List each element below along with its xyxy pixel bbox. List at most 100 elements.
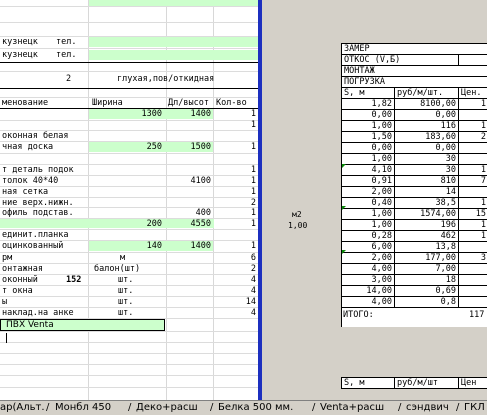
item-name[interactable]: ы <box>2 297 7 307</box>
price-row[interactable]: 4,00 7,00 <box>342 264 487 275</box>
cost-cell[interactable] <box>459 264 487 274</box>
price-cell[interactable]: 1574,00 <box>395 209 459 219</box>
price-cell[interactable]: 462 <box>395 231 459 241</box>
area-cell[interactable]: 4,00 <box>342 264 395 274</box>
item-name[interactable]: наклад.на анке <box>2 308 74 318</box>
price-row[interactable]: 1,50 183,60 2 <box>342 132 487 143</box>
item-width[interactable]: 200 <box>90 219 162 229</box>
sheet-tab[interactable]: ар(Альт. <box>0 402 45 414</box>
area-cell[interactable]: 14,00 <box>342 286 395 296</box>
price-cell[interactable]: 116 <box>395 121 459 131</box>
item-height[interactable]: 4550 <box>167 219 211 229</box>
price-cell[interactable]: 196 <box>395 220 459 230</box>
cost-cell[interactable]: 15 <box>459 209 487 219</box>
price-row[interactable]: 1,82 8100,00 1 <box>342 99 487 110</box>
cost-cell[interactable]: 1 <box>459 99 487 109</box>
item-width[interactable]: 250 <box>90 142 162 152</box>
sheet-tab[interactable]: сэндвич <box>406 402 449 414</box>
item-qty[interactable]: 1 <box>214 165 256 175</box>
price-cell[interactable]: 177,00 <box>395 253 459 263</box>
price-row[interactable]: 1,00 1574,00 15 <box>342 209 487 220</box>
cost-cell[interactable]: 3 <box>459 253 487 263</box>
price-row[interactable]: 3,00 18 <box>342 275 487 286</box>
price-row[interactable]: 0,00 0,00 <box>342 110 487 121</box>
area-cell[interactable]: 4,10 <box>342 165 395 175</box>
price-row[interactable]: 1,00 196 1 <box>342 220 487 231</box>
cost-cell[interactable]: 1 <box>459 198 487 208</box>
area-cell[interactable]: 1,00 <box>342 220 395 230</box>
item-qty[interactable]: 1 <box>214 219 256 229</box>
item-width[interactable]: 1300 <box>90 109 162 119</box>
price-cell[interactable]: 810 <box>395 176 459 186</box>
footer-product-label[interactable]: ПВХ Venta <box>6 320 54 330</box>
item-qty[interactable]: 4 <box>214 286 256 296</box>
item-name[interactable]: оконная белая <box>2 131 69 141</box>
cost-cell[interactable] <box>459 286 487 296</box>
item-qty[interactable]: 1 <box>214 241 256 251</box>
price-row[interactable]: 0,91 810 7 <box>342 176 487 187</box>
cost-cell[interactable] <box>459 187 487 197</box>
price-cell[interactable]: 0,69 <box>395 286 459 296</box>
area-cell[interactable]: 1,00 <box>342 209 395 219</box>
item-qty[interactable]: 1 <box>214 176 256 186</box>
item-name[interactable]: оконный <box>2 275 38 285</box>
cost-cell[interactable] <box>459 110 487 120</box>
item-qty[interactable]: 1 <box>214 208 256 218</box>
item-extra[interactable]: 152 <box>66 275 81 285</box>
cost-cell[interactable]: 1 <box>459 231 487 241</box>
price-cell[interactable]: 7,00 <box>395 264 459 274</box>
cost-cell[interactable]: 1 <box>459 220 487 230</box>
area-cell[interactable]: 3,00 <box>342 275 395 285</box>
price-cell[interactable]: 38,5 <box>395 198 459 208</box>
area-cell[interactable]: 1,82 <box>342 99 395 109</box>
area-cell[interactable]: 0,91 <box>342 176 395 186</box>
item-name[interactable]: чная доска <box>2 142 53 152</box>
item-qty[interactable]: 4 <box>214 308 256 318</box>
item-qty[interactable]: 1 <box>214 109 256 119</box>
sheet-tab[interactable]: ГКЛ <box>464 402 485 414</box>
sheet-tab[interactable]: Белка 500 мм. <box>218 402 293 414</box>
price-row[interactable]: 4,00 0,8 <box>342 297 487 308</box>
item-name[interactable]: т окна <box>2 286 33 296</box>
price-cell[interactable]: 18 <box>395 275 459 285</box>
cost-cell[interactable]: 1 <box>459 165 487 175</box>
price-row[interactable]: 0,28 462 1 <box>342 231 487 242</box>
cost-cell[interactable] <box>459 242 487 252</box>
price-row[interactable]: 0,00 0,00 <box>342 143 487 154</box>
item-unit[interactable]: шт. <box>118 275 133 285</box>
item-qty[interactable]: 2 <box>214 264 256 274</box>
price-cell[interactable]: 30 <box>395 165 459 175</box>
price-row[interactable]: 1,00 30 <box>342 154 487 165</box>
item-name[interactable]: онтажная <box>2 264 43 274</box>
cost-cell[interactable] <box>459 143 487 153</box>
price-cell[interactable]: 183,60 <box>395 132 459 142</box>
price-row[interactable]: 2,00 14 <box>342 187 487 198</box>
spreadsheet-left-pane[interactable]: кузнецк тел. кузнецк тел. 2 глухая,пов/о… <box>0 0 258 400</box>
cost-cell[interactable]: 7 <box>459 176 487 186</box>
item-unit[interactable]: шт. <box>118 297 133 307</box>
sheet-tab[interactable]: Venta+расш <box>320 402 384 414</box>
price-cell[interactable]: 8100,00 <box>395 99 459 109</box>
item-name[interactable]: т деталь подок <box>2 165 74 175</box>
area-cell[interactable]: 1,50 <box>342 132 395 142</box>
item-qty[interactable]: 1 <box>214 142 256 152</box>
area-cell[interactable]: 0,28 <box>342 231 395 241</box>
item-name[interactable]: оцинкованный <box>2 241 63 251</box>
item-unit[interactable]: шт. <box>118 286 133 296</box>
cost-cell[interactable] <box>459 154 487 164</box>
price-cell[interactable]: 0,8 <box>395 297 459 307</box>
price-row[interactable]: 6,00 13,8 <box>342 242 487 253</box>
area-cell[interactable]: 0,40 <box>342 198 395 208</box>
sheet-tab[interactable]: Монбл 450 <box>55 402 111 414</box>
area-cell[interactable]: 1,00 <box>342 121 395 131</box>
price-cell[interactable]: 30 <box>395 154 459 164</box>
area-cell[interactable]: 2,00 <box>342 253 395 263</box>
item-qty[interactable]: 4 <box>214 275 256 285</box>
item-qty[interactable]: 1 <box>214 187 256 197</box>
sheet-tab[interactable]: Деко+расш <box>136 402 198 414</box>
item-height[interactable]: 1500 <box>167 142 211 152</box>
area-cell[interactable]: 6,00 <box>342 242 395 252</box>
price-cell[interactable]: 13,8 <box>395 242 459 252</box>
price-cell[interactable]: 14 <box>395 187 459 197</box>
item-height[interactable]: 1400 <box>167 109 211 119</box>
